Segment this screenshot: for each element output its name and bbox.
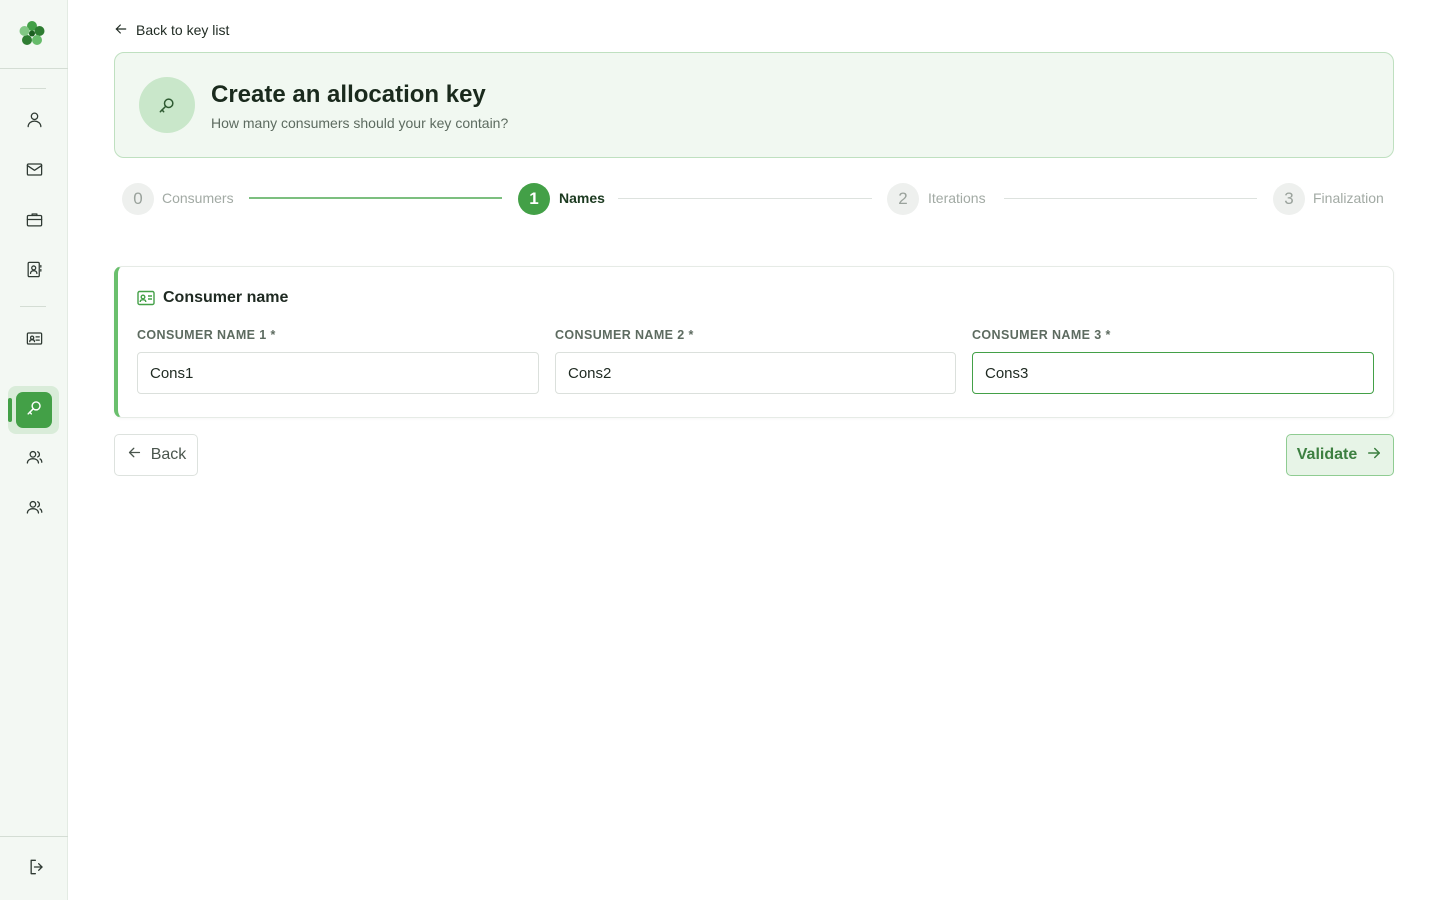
sidebar-divider bbox=[0, 836, 68, 837]
nav-item-allocation-keys[interactable] bbox=[16, 392, 52, 428]
briefcase-icon bbox=[25, 210, 44, 234]
back-button[interactable]: Back bbox=[114, 434, 198, 476]
consumer-name-2-input[interactable] bbox=[555, 352, 956, 394]
nav-active-indicator bbox=[8, 398, 12, 422]
consumer-name-1-label: CONSUMER NAME 1 * bbox=[137, 328, 276, 342]
arrow-left-icon bbox=[113, 21, 129, 40]
nav-item-contacts[interactable] bbox=[14, 252, 54, 292]
id-card-icon bbox=[25, 329, 44, 353]
mail-icon bbox=[25, 160, 44, 184]
consumer-name-card: Consumer name CONSUMER NAME 1 * CONSUMER… bbox=[114, 266, 1394, 418]
sidebar-divider bbox=[20, 88, 46, 89]
back-to-key-list-link[interactable]: Back to key list bbox=[113, 20, 229, 40]
step-connector bbox=[1004, 198, 1257, 199]
sidebar-divider bbox=[0, 68, 68, 69]
step-3-label[interactable]: Finalization bbox=[1313, 190, 1384, 206]
nav-item-producers[interactable] bbox=[14, 490, 54, 530]
arrow-left-icon bbox=[126, 444, 143, 466]
consumer-name-2-label: CONSUMER NAME 2 * bbox=[555, 328, 694, 342]
page-title: Create an allocation key bbox=[211, 81, 486, 108]
step-1-circle[interactable]: 1 bbox=[518, 183, 550, 215]
key-icon bbox=[25, 398, 44, 422]
back-button-label: Back bbox=[150, 446, 187, 463]
consumer-name-1-input[interactable] bbox=[137, 352, 539, 394]
step-1-label[interactable]: Names bbox=[559, 190, 605, 206]
users-icon bbox=[25, 498, 44, 522]
users-icon bbox=[25, 448, 44, 472]
nav-item-profile[interactable] bbox=[14, 102, 54, 142]
sidebar-divider bbox=[20, 306, 46, 307]
key-icon bbox=[139, 77, 195, 133]
contact-book-icon bbox=[25, 260, 44, 284]
step-connector bbox=[618, 198, 872, 199]
validate-button-label: Validate bbox=[1296, 446, 1358, 463]
arrow-right-icon bbox=[1365, 444, 1383, 467]
user-icon bbox=[25, 110, 44, 134]
nav-item-consumers[interactable] bbox=[14, 440, 54, 480]
consumer-name-3-label: CONSUMER NAME 3 * bbox=[972, 328, 1111, 342]
nav-item-operations[interactable] bbox=[14, 202, 54, 242]
nav-item-messages[interactable] bbox=[14, 152, 54, 192]
step-0-label[interactable]: Consumers bbox=[162, 190, 234, 206]
back-to-key-list-label: Back to key list bbox=[136, 22, 230, 38]
id-card-icon bbox=[137, 290, 155, 306]
step-connector bbox=[249, 197, 502, 199]
step-0-circle[interactable]: 0 bbox=[122, 183, 154, 215]
logout-button[interactable] bbox=[24, 856, 50, 882]
card-title: Consumer name bbox=[163, 289, 289, 306]
step-2-label[interactable]: Iterations bbox=[928, 190, 986, 206]
page-header: Create an allocation key How many consum… bbox=[114, 52, 1394, 158]
sidebar bbox=[0, 0, 68, 900]
page-subtitle: How many consumers should your key conta… bbox=[211, 115, 509, 131]
step-2-circle[interactable]: 2 bbox=[887, 183, 919, 215]
step-3-circle[interactable]: 3 bbox=[1273, 183, 1305, 215]
nav-item-identity[interactable] bbox=[14, 321, 54, 361]
consumer-name-3-input[interactable] bbox=[972, 352, 1374, 394]
validate-button[interactable]: Validate bbox=[1286, 434, 1394, 476]
logout-icon bbox=[27, 857, 47, 882]
app-logo[interactable] bbox=[17, 18, 47, 48]
